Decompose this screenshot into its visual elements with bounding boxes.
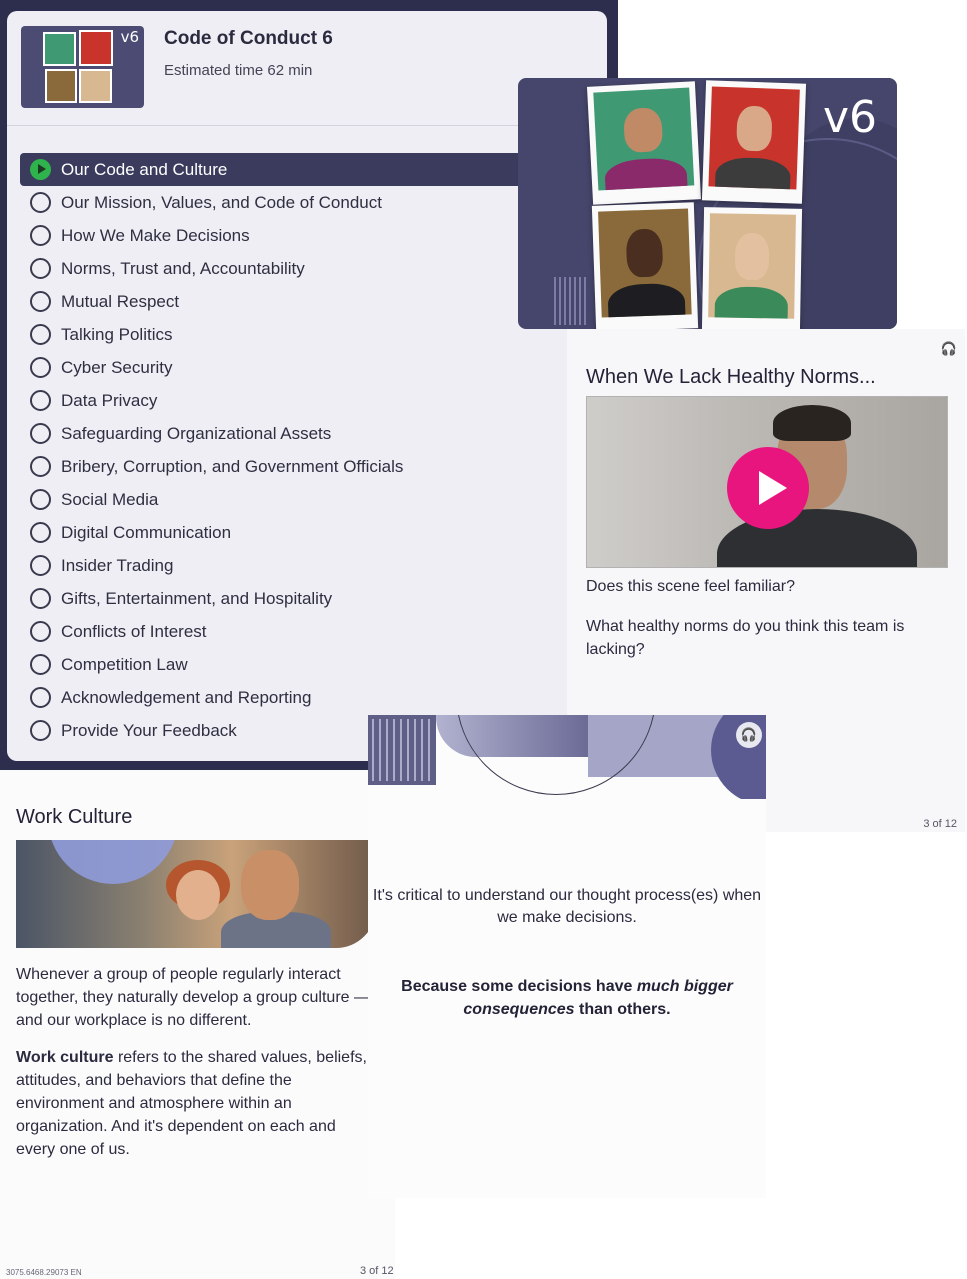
emphasis-text: Because some decisions have much bigger …: [368, 975, 766, 1021]
work-culture-slide: Work Culture Whenever a group of people …: [0, 770, 395, 1279]
document-id: 3075.6468.29073 EN: [6, 1268, 82, 1277]
topic-item[interactable]: Competition Law: [20, 648, 607, 681]
topic-label: Talking Politics: [61, 324, 173, 344]
topic-label: Cyber Security: [61, 357, 173, 377]
course-cover-image: v6: [518, 78, 897, 329]
headphones-icon[interactable]: 🎧: [941, 341, 957, 357]
empty-circle-icon: [30, 588, 51, 609]
topic-label: Provide Your Feedback: [61, 720, 237, 740]
thumb-photo-2: [79, 30, 113, 66]
topic-item[interactable]: Data Privacy: [20, 384, 607, 417]
portrait-photo: [701, 80, 807, 204]
empty-circle-icon: [30, 192, 51, 213]
empty-circle-icon: [30, 555, 51, 576]
page-indicator: 3 of 12: [360, 1265, 394, 1277]
decorative-banner: [368, 715, 766, 799]
empty-circle-icon: [30, 489, 51, 510]
course-card: v6 Code of Conduct 6 Estimated time 62 m…: [7, 11, 607, 761]
headphones-icon[interactable]: 🎧: [736, 722, 762, 748]
decorative-pattern: [554, 277, 588, 325]
topic-label: How We Make Decisions: [61, 225, 250, 245]
topic-item[interactable]: Cyber Security: [20, 351, 607, 384]
decisions-slide: 🎧 It's critical to understand our though…: [368, 715, 766, 1198]
estimated-time: Estimated time 62 min: [164, 62, 313, 79]
topic-item[interactable]: Conflicts of Interest: [20, 615, 607, 648]
question-text: Does this scene feel familiar?: [586, 578, 795, 595]
empty-circle-icon: [30, 687, 51, 708]
version-label: v6: [822, 92, 877, 143]
topic-label: Mutual Respect: [61, 291, 180, 311]
topic-item[interactable]: Bribery, Corruption, and Government Offi…: [20, 450, 607, 483]
topic-label: Insider Trading: [61, 555, 174, 575]
topic-label: Gifts, Entertainment, and Hospitality: [61, 588, 333, 608]
portrait-photo: [701, 207, 803, 329]
empty-circle-icon: [30, 720, 51, 741]
topic-item[interactable]: Digital Communication: [20, 516, 607, 549]
empty-circle-icon: [30, 621, 51, 642]
empty-circle-icon: [30, 456, 51, 477]
topic-label: Acknowledgement and Reporting: [61, 687, 312, 707]
topic-item[interactable]: Social Media: [20, 483, 607, 516]
topic-label: Conflicts of Interest: [61, 621, 207, 641]
emphasis-text-part: than others.: [574, 1001, 671, 1018]
image-detail: [176, 870, 220, 920]
empty-circle-icon: [30, 324, 51, 345]
empty-circle-icon: [30, 258, 51, 279]
empty-circle-icon: [30, 423, 51, 444]
body-text: It's critical to understand our thought …: [372, 887, 762, 926]
empty-circle-icon: [30, 291, 51, 312]
bold-term: Work culture: [16, 1049, 114, 1066]
topic-item[interactable]: Safeguarding Organizational Assets: [20, 417, 607, 450]
video-player[interactable]: [586, 396, 948, 568]
course-header: v6 Code of Conduct 6 Estimated time 62 m…: [7, 11, 607, 126]
office-people-image: [16, 840, 376, 948]
body-paragraph: Whenever a group of people regularly int…: [16, 966, 370, 1029]
empty-circle-icon: [30, 522, 51, 543]
course-title: Code of Conduct 6: [164, 28, 333, 49]
decorative-pattern: [368, 715, 436, 785]
course-thumbnail[interactable]: v6: [21, 26, 144, 108]
topic-label: Our Code and Culture: [61, 159, 228, 179]
topic-label: Digital Communication: [61, 522, 232, 542]
empty-circle-icon: [30, 225, 51, 246]
video-still: [773, 405, 851, 441]
topic-item[interactable]: Gifts, Entertainment, and Hospitality: [20, 582, 607, 615]
topic-item[interactable]: Insider Trading: [20, 549, 607, 582]
topic-label: Norms, Trust and, Accountability: [61, 258, 305, 278]
topic-item[interactable]: Acknowledgement and Reporting: [20, 681, 607, 714]
empty-circle-icon: [30, 357, 51, 378]
thumb-photo-1: [43, 32, 76, 66]
thumb-photo-3: [45, 69, 77, 103]
topic-label: Our Mission, Values, and Code of Conduct: [61, 192, 382, 212]
play-circle-icon: [30, 159, 51, 180]
thumb-photo-4: [79, 69, 112, 103]
topic-label: Safeguarding Organizational Assets: [61, 423, 332, 443]
emphasis-text-part: Because some decisions have: [401, 978, 637, 995]
empty-circle-icon: [30, 390, 51, 411]
thumb-version-label: v6: [120, 28, 139, 46]
page-indicator: 3 of 12: [923, 818, 957, 830]
topic-label: Data Privacy: [61, 390, 158, 410]
portrait-photo: [586, 81, 702, 205]
topic-label: Social Media: [61, 489, 159, 509]
portrait-photo: [591, 202, 699, 329]
topic-label: Competition Law: [61, 654, 188, 674]
slide-title: When We Lack Healthy Norms...: [586, 366, 876, 388]
decorative-circle: [48, 840, 178, 884]
body-paragraph: Work culture refers to the shared values…: [16, 1046, 376, 1161]
empty-circle-icon: [30, 654, 51, 675]
topic-label: Bribery, Corruption, and Government Offi…: [61, 456, 404, 476]
slide-title: Work Culture: [16, 806, 133, 828]
decorative-arc: [456, 715, 656, 795]
question-text: What healthy norms do you think this tea…: [586, 618, 905, 658]
play-button[interactable]: [727, 447, 809, 529]
image-detail: [241, 850, 299, 920]
